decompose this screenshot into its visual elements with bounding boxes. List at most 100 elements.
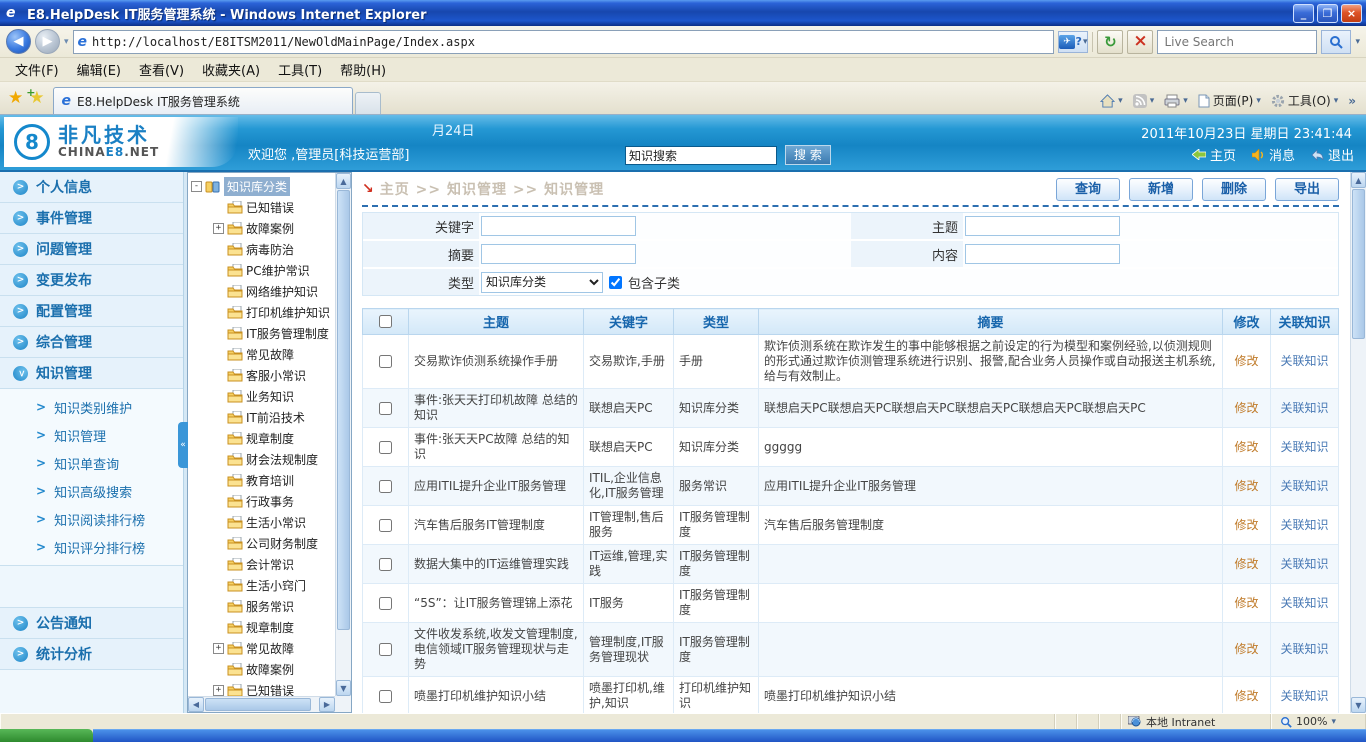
tree-expand-icon[interactable]: [213, 328, 224, 339]
scroll-up-icon[interactable]: ▲: [1351, 172, 1366, 188]
logout-link[interactable]: 退出: [1311, 145, 1354, 164]
edit-link[interactable]: 修改: [1234, 557, 1258, 571]
tree-collapse-icon[interactable]: -: [191, 181, 202, 192]
submenu-item[interactable]: > 知识单查询: [0, 449, 183, 477]
toolbar-overflow-icon[interactable]: »: [1348, 94, 1356, 108]
tree-expand-icon[interactable]: +: [213, 643, 224, 654]
edit-link[interactable]: 修改: [1234, 479, 1258, 493]
tree-hscroll-thumb[interactable]: [205, 698, 311, 711]
content-vertical-scrollbar[interactable]: ▲ ▼: [1350, 172, 1366, 713]
live-search-input[interactable]: [1157, 30, 1317, 54]
row-topic-link[interactable]: 应用ITIL提升企业IT服务管理: [409, 467, 584, 506]
tree-item[interactable]: 已知错误: [191, 197, 335, 218]
sidebar-item-knowledge[interactable]: > 知识管理: [0, 358, 183, 389]
home-link[interactable]: 主页: [1192, 145, 1236, 164]
row-checkbox[interactable]: [379, 597, 392, 610]
messages-link[interactable]: 消息: [1252, 145, 1295, 164]
related-knowledge-link[interactable]: 关联知识: [1280, 440, 1328, 454]
scroll-down-icon[interactable]: ▼: [336, 680, 351, 696]
tree-expand-icon[interactable]: [213, 391, 224, 402]
row-topic-link[interactable]: 事件:张天天打印机故障 总结的知识: [409, 389, 584, 428]
plugin-toolbar-button[interactable]: ✈ ? ▾: [1058, 31, 1088, 53]
tree-vertical-scrollbar[interactable]: ▲ ▼: [335, 173, 351, 696]
row-topic-link[interactable]: 文件收发系统,收发文管理制度,电信领域IT服务管理现状与走势: [409, 623, 584, 677]
command-button[interactable]: 新增: [1129, 178, 1193, 201]
knowledge-search-button[interactable]: 搜 索: [785, 145, 831, 165]
print-button[interactable]: ▾: [1164, 94, 1188, 108]
row-topic-link[interactable]: 交易欺诈侦测系统操作手册: [409, 335, 584, 389]
favorites-star-icon[interactable]: ★: [8, 88, 23, 108]
scroll-left-icon[interactable]: ◀: [188, 697, 204, 712]
menu-item[interactable]: 收藏夹(A): [193, 58, 269, 81]
tree-item[interactable]: 规章制度: [191, 428, 335, 449]
summary-input[interactable]: [481, 244, 636, 264]
subject-input[interactable]: [965, 216, 1120, 236]
submenu-item[interactable]: > 知识类别维护: [0, 393, 183, 421]
sidebar-item[interactable]: > 综合管理: [0, 327, 183, 358]
content-scroll-thumb[interactable]: [1352, 189, 1365, 339]
tree-root[interactable]: - 知识库分类: [191, 176, 335, 197]
sidebar-item[interactable]: > 问题管理: [0, 234, 183, 265]
add-favorite-icon[interactable]: ★+: [29, 88, 44, 108]
keyword-input[interactable]: [481, 216, 636, 236]
close-button[interactable]: ×: [1341, 4, 1362, 23]
search-go-button[interactable]: [1321, 30, 1351, 54]
row-topic-link[interactable]: 汽车售后服务IT管理制度: [409, 506, 584, 545]
back-button[interactable]: ◀: [6, 29, 31, 54]
tree-item[interactable]: 客服小常识: [191, 365, 335, 386]
tree-item[interactable]: 会计常识: [191, 554, 335, 575]
related-knowledge-link[interactable]: 关联知识: [1280, 479, 1328, 493]
row-topic-link[interactable]: “5S”：让IT服务管理锦上添花: [409, 584, 584, 623]
tree-expand-icon[interactable]: [213, 286, 224, 297]
row-topic-link[interactable]: 数据大集中的IT运维管理实践: [409, 545, 584, 584]
command-button[interactable]: 导出: [1275, 178, 1339, 201]
tools-menu-button[interactable]: 工具(O)▾: [1271, 92, 1338, 109]
page-menu-button[interactable]: 页面(P)▾: [1198, 92, 1261, 109]
tree-item[interactable]: PC维护常识: [191, 260, 335, 281]
row-checkbox[interactable]: [379, 441, 392, 454]
menu-item[interactable]: 帮助(H): [331, 58, 395, 81]
sidebar-item[interactable]: > 个人信息: [0, 172, 183, 203]
tree-scroll-thumb[interactable]: [337, 190, 350, 630]
edit-link[interactable]: 修改: [1234, 518, 1258, 532]
sidebar-item[interactable]: > 公告通知: [0, 608, 183, 639]
tree-expand-icon[interactable]: [213, 559, 224, 570]
row-checkbox[interactable]: [379, 402, 392, 415]
tree-expand-icon[interactable]: [213, 622, 224, 633]
tree-expand-icon[interactable]: +: [213, 685, 224, 696]
type-select[interactable]: 知识库分类: [481, 272, 603, 293]
command-button[interactable]: 删除: [1202, 178, 1266, 201]
row-topic-link[interactable]: 喷墨打印机维护知识小结: [409, 677, 584, 714]
tree-item[interactable]: + 已知错误: [191, 680, 335, 696]
related-knowledge-link[interactable]: 关联知识: [1280, 354, 1328, 368]
tree-expand-icon[interactable]: [213, 580, 224, 591]
related-knowledge-link[interactable]: 关联知识: [1280, 401, 1328, 415]
tree-item[interactable]: IT服务管理制度: [191, 323, 335, 344]
menu-item[interactable]: 编辑(E): [68, 58, 130, 81]
feeds-button[interactable]: ▾: [1133, 94, 1155, 108]
related-knowledge-link[interactable]: 关联知识: [1280, 642, 1328, 656]
zoom-pane[interactable]: 100% ▾: [1271, 714, 1366, 729]
row-checkbox[interactable]: [379, 480, 392, 493]
tree-item[interactable]: 生活小常识: [191, 512, 335, 533]
stop-button[interactable]: ×: [1127, 30, 1153, 54]
menu-item[interactable]: 工具(T): [269, 58, 331, 81]
tree-expand-icon[interactable]: [213, 349, 224, 360]
tree-expand-icon[interactable]: [213, 370, 224, 381]
tree-expand-icon[interactable]: [213, 496, 224, 507]
menu-item[interactable]: 查看(V): [130, 58, 193, 81]
submenu-item[interactable]: > 知识高级搜索: [0, 477, 183, 505]
menu-item[interactable]: 文件(F): [6, 58, 68, 81]
tree-item[interactable]: + 常见故障: [191, 638, 335, 659]
row-checkbox[interactable]: [379, 355, 392, 368]
minimize-button[interactable]: _: [1293, 4, 1314, 23]
submenu-item[interactable]: > 知识阅读排行榜: [0, 505, 183, 533]
row-topic-link[interactable]: 事件:张天天PC故障 总结的知识: [409, 428, 584, 467]
tree-item[interactable]: 故障案例: [191, 659, 335, 680]
tab-active[interactable]: e E8.HelpDesk IT服务管理系统: [53, 87, 353, 114]
tree-item[interactable]: 公司财务制度: [191, 533, 335, 554]
sidebar-item[interactable]: > 配置管理: [0, 296, 183, 327]
sidebar-item[interactable]: > 变更发布: [0, 265, 183, 296]
select-all-checkbox[interactable]: [379, 315, 392, 328]
row-checkbox[interactable]: [379, 690, 392, 703]
